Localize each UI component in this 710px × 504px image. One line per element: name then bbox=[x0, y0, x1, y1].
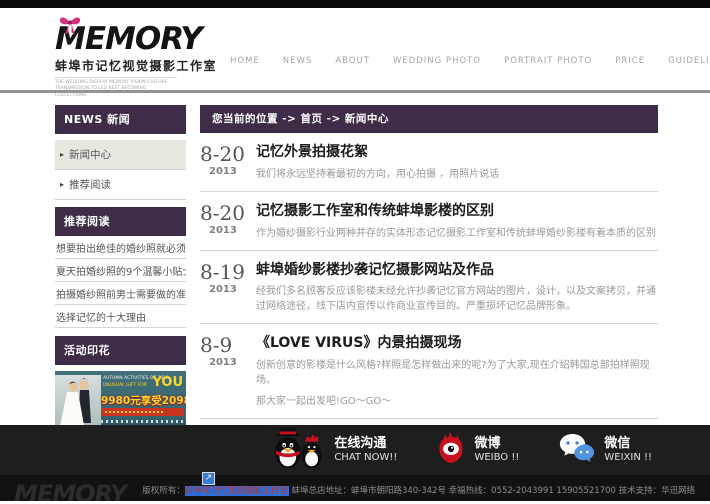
brand-tagline: THE WEDDING DISPLAY MEMORY VISION CULTUR… bbox=[55, 77, 177, 99]
news-year: 2013 bbox=[200, 284, 256, 295]
nav-item-news[interactable]: NEWS bbox=[283, 56, 313, 66]
promo-line2: UNUSUAL GIFT FOR bbox=[103, 383, 147, 388]
wechat-button[interactable]: 微信 WEIXIN !! bbox=[559, 433, 652, 467]
news-desc: 创新创意的影楼是什么风格?样照是怎样做出来的呢?为了大家,现在介绍韩国总部拍样照… bbox=[256, 358, 658, 388]
promo-banner[interactable]: AUTUMN ACTIVITIES OF 2013 UNUSUAL GIFT F… bbox=[55, 371, 186, 425]
news-date: 8-19 bbox=[200, 262, 256, 282]
news-desc-line2: 那大家一起出发吧!GO～GO～ bbox=[256, 394, 658, 409]
news-date: 8-9 bbox=[200, 335, 256, 355]
sidebar-news-menu: ▸ 新闻中心 ▸ 推荐阅读 bbox=[55, 140, 186, 200]
news-date-col: 8-20 2013 bbox=[200, 144, 256, 182]
weibo-button[interactable]: 微博 WEIBO !! bbox=[437, 431, 519, 469]
news-date-col: 8-19 2013 bbox=[200, 262, 256, 315]
sidebar-item-recommended-reading[interactable]: ▸ 推荐阅读 bbox=[55, 170, 186, 200]
weibo-subtitle: WEIBO !! bbox=[474, 452, 519, 464]
qq-penguins-icon bbox=[269, 426, 325, 474]
news-title-link[interactable]: 记忆外景拍摄花絮 bbox=[256, 144, 658, 161]
sidebar-recommend-header: 推荐阅读 bbox=[55, 207, 186, 236]
chevron-right-icon: ▸ bbox=[60, 180, 64, 189]
news-item: 8-9 2013 《LOVE VIRUS》内景拍摄现场 创新创意的影楼是什么风格… bbox=[200, 324, 658, 419]
news-desc: 作为婚纱摄影行业两种并存的实体形态记忆摄影工作室和传统蚌埠婚纱影楼有着本质的区别 bbox=[256, 226, 658, 241]
qq-chat-title: 在线沟通 bbox=[334, 436, 397, 452]
breadcrumb: 您当前的位置 -> 首页 -> 新闻中心 bbox=[200, 105, 658, 133]
copyright-label: 版权所有： bbox=[142, 486, 185, 496]
news-date-col: 8-20 2013 bbox=[200, 203, 256, 241]
qq-chat-subtitle: CHAT NOW!! bbox=[334, 452, 397, 464]
wechat-subtitle: WEIXIN !! bbox=[604, 452, 652, 464]
recommend-link[interactable]: 夏天拍婚纱照的9个温馨小贴士 bbox=[55, 259, 186, 282]
news-year: 2013 bbox=[200, 357, 256, 368]
news-date: 8-20 bbox=[200, 144, 256, 164]
nav-item-portrait-photo[interactable]: PORTRAIT PHOTO bbox=[504, 56, 592, 66]
promo-line2-big: YOU bbox=[152, 375, 183, 390]
promo-dotted-line bbox=[101, 420, 184, 423]
page: MEMORY 蚌埠市记忆视觉摄影工作室 THE WEDDING DISPLAY … bbox=[0, 0, 710, 504]
weibo-icon bbox=[437, 431, 465, 469]
popup-arrow-icon[interactable]: ↗ bbox=[202, 472, 215, 485]
nav-item-about[interactable]: ABOUT bbox=[335, 56, 370, 66]
main-content: 您当前的位置 -> 首页 -> 新闻中心 8-20 2013 记忆外景拍摄花絮 … bbox=[200, 105, 658, 425]
news-year: 2013 bbox=[200, 166, 256, 177]
sidebar-recommend-links: 想要拍出绝佳的婚纱照就必须知 夏天拍婚纱照的9个温馨小贴士 拍摄婚纱照前男士需要… bbox=[55, 236, 186, 328]
news-date-col: 8-9 2013 bbox=[200, 335, 256, 409]
footer-memory-logo: MEMORY bbox=[14, 482, 126, 501]
site-logo[interactable]: MEMORY 蚌埠市记忆视觉摄影工作室 THE WEDDING DISPLAY … bbox=[55, 8, 230, 90]
nav-item-guidelines[interactable]: GUIDELINES bbox=[668, 56, 710, 66]
recommend-link[interactable]: 选择记忆的十大理由 bbox=[55, 305, 186, 328]
news-desc: 我们将永远坚持着最初的方向，用心拍摄 ，用照片说话 bbox=[256, 167, 658, 182]
nav-item-home[interactable]: HOME bbox=[230, 56, 260, 66]
top-black-bar bbox=[0, 0, 710, 8]
promo-red-strip bbox=[101, 408, 184, 416]
pink-bow-icon bbox=[57, 14, 83, 42]
sidebar-activity-header: 活动印花 bbox=[55, 336, 186, 365]
footer-info: 蚌埠总店地址：蚌埠市朝阳路340-342号 幸福热线：0552-2043991 … bbox=[291, 486, 695, 496]
recommend-link[interactable]: 想要拍出绝佳的婚纱照就必须知 bbox=[55, 236, 186, 259]
sidebar-item-news-center[interactable]: ▸ 新闻中心 bbox=[55, 140, 186, 170]
wechat-title: 微信 bbox=[604, 436, 652, 452]
news-title-link[interactable]: 蚌埠婚纱影楼抄袭记忆摄影网站及作品 bbox=[256, 262, 658, 279]
nav-item-price[interactable]: PRICE bbox=[615, 56, 645, 66]
footer-copyright: 版权所有：蚌埠市记忆视觉摄影工作室 蚌埠总店地址：蚌埠市朝阳路340-342号 … bbox=[142, 484, 695, 496]
news-title-link[interactable]: 记忆摄影工作室和传统蚌埠影楼的区别 bbox=[256, 203, 658, 220]
brand-subtitle: 蚌埠市记忆视觉摄影工作室 bbox=[55, 57, 230, 74]
recommend-link[interactable]: 拍摄婚纱照前男士需要做的准备 bbox=[55, 282, 186, 305]
wedding-couple-image bbox=[55, 375, 101, 425]
news-item: 8-19 2013 蚌埠婚纱影楼抄袭记忆摄影网站及作品 经我们多名顾客反应该影楼… bbox=[200, 251, 658, 325]
sidebar: NEWS 新闻 ▸ 新闻中心 ▸ 推荐阅读 推荐阅读 想要拍出绝佳的婚纱照就必须… bbox=[55, 105, 186, 425]
wechat-icon bbox=[559, 433, 595, 467]
page-body: NEWS 新闻 ▸ 新闻中心 ▸ 推荐阅读 推荐阅读 想要拍出绝佳的婚纱照就必须… bbox=[0, 93, 710, 425]
news-item: 8-20 2013 记忆摄影工作室和传统蚌埠影楼的区别 作为婚纱摄影行业两种并存… bbox=[200, 192, 658, 251]
site-header: MEMORY 蚌埠市记忆视觉摄影工作室 THE WEDDING DISPLAY … bbox=[0, 8, 710, 93]
promo-price-line: 9980元享受20980元 bbox=[101, 393, 186, 408]
studio-name-link[interactable]: 蚌埠市记忆视觉摄影工作室 bbox=[185, 486, 289, 496]
sidebar-news-header: NEWS 新闻 bbox=[55, 105, 186, 134]
sidebar-item-label: 新闻中心 bbox=[69, 147, 111, 162]
news-date: 8-20 bbox=[200, 203, 256, 223]
footer: MEMORY 版权所有：蚌埠市记忆视觉摄影工作室 蚌埠总店地址：蚌埠市朝阳路34… bbox=[0, 475, 710, 501]
news-desc: 经我们多名顾客反应该影楼未经允许抄袭记忆官方网站的图片，设计，以及文案拷贝，并通… bbox=[256, 284, 658, 314]
news-title-link[interactable]: 《LOVE VIRUS》内景拍摄现场 bbox=[256, 335, 658, 352]
nav-item-wedding-photo[interactable]: WEDDING PHOTO bbox=[393, 56, 481, 66]
weibo-title: 微博 bbox=[474, 436, 519, 452]
main-nav: HOME NEWS ABOUT WEDDING PHOTO PORTRAIT P… bbox=[230, 8, 710, 90]
qq-chat-button[interactable]: 在线沟通 CHAT NOW!! bbox=[269, 426, 397, 474]
sidebar-item-label: 推荐阅读 bbox=[69, 177, 111, 192]
news-item: 8-20 2013 记忆外景拍摄花絮 我们将永远坚持着最初的方向，用心拍摄 ，用… bbox=[200, 133, 658, 192]
social-bar: 在线沟通 CHAT NOW!! 微博 WEIBO !! bbox=[0, 425, 710, 475]
chevron-right-icon: ▸ bbox=[60, 150, 64, 159]
news-year: 2013 bbox=[200, 225, 256, 236]
